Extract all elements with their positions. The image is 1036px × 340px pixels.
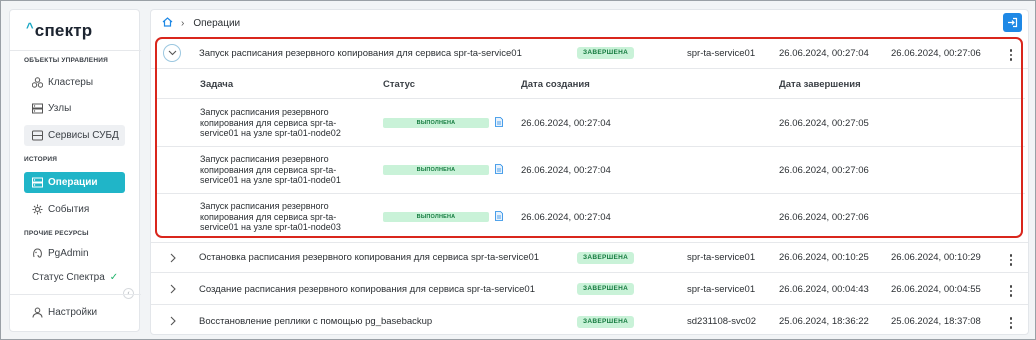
- operation-row[interactable]: Создание расписания резервного копирован…: [151, 274, 1028, 305]
- operation-service: sd231108-svc02: [687, 316, 757, 327]
- document-icon[interactable]: [495, 164, 503, 174]
- task-name: Запуск расписания резервного копирования…: [200, 154, 341, 185]
- sidebar-item-operations[interactable]: Операции: [24, 172, 125, 193]
- events-icon: [32, 204, 43, 215]
- collapse-row-button[interactable]: [163, 44, 181, 62]
- operation-row[interactable]: Остановка расписания резервного копирова…: [151, 242, 1028, 273]
- chevron-right-icon[interactable]: [167, 283, 179, 295]
- task-row[interactable]: Запуск расписания резервного копирования…: [155, 147, 1025, 194]
- chevron-down-icon: [168, 50, 176, 56]
- sidebar-item-label: Кластеры: [48, 77, 93, 88]
- more-menu-icon[interactable]: [1009, 254, 1013, 266]
- logout-button[interactable]: [1003, 13, 1022, 32]
- task-status-badge: ВЫПОЛНЕНА: [383, 212, 489, 222]
- more-menu-icon[interactable]: [1009, 285, 1013, 297]
- sidebar-item-label: Сервисы СУБД: [48, 130, 119, 141]
- operation-created: 26.06.2024, 00:04:43: [779, 283, 869, 295]
- column-header-created: Дата создания: [521, 79, 590, 90]
- operation-service: spr-ta-service01: [687, 252, 756, 263]
- column-header-status: Статус: [383, 79, 416, 90]
- more-menu-icon[interactable]: [1009, 49, 1013, 61]
- task-created: 26.06.2024, 00:27:04: [521, 118, 611, 129]
- logo-caret-icon: ^: [26, 20, 34, 35]
- check-icon: ✓: [109, 272, 119, 283]
- task-finished: 26.06.2024, 00:27:06: [779, 165, 869, 176]
- status-badge: ЗАВЕРШЕНА: [577, 283, 635, 295]
- sidebar-item-label: Узлы: [48, 103, 72, 114]
- task-finished: 26.06.2024, 00:27:06: [779, 212, 869, 223]
- operations-icon: [32, 177, 43, 188]
- task-created: 26.06.2024, 00:27:04: [521, 165, 611, 176]
- operation-title: Остановка расписания резервного копирова…: [199, 252, 540, 263]
- database-icon: [32, 130, 43, 141]
- sidebar-item-events[interactable]: События: [24, 199, 125, 220]
- home-icon[interactable]: [162, 16, 173, 30]
- main-content: › Операции Запуск расписания резервного …: [150, 9, 1029, 335]
- operation-title: Запуск расписания резервного копирования…: [199, 47, 522, 59]
- sidebar-section-other: ПРОЧИЕ РЕСУРСЫ: [24, 230, 89, 237]
- pgadmin-icon: [32, 248, 43, 259]
- clusters-icon: [32, 77, 43, 88]
- breadcrumb-current: Операции: [193, 17, 241, 29]
- status-badge: ЗАВЕРШЕНА: [577, 315, 635, 328]
- sidebar-item-nodes[interactable]: Узлы: [24, 98, 125, 119]
- operation-finished: 25.06.2024, 18:37:08: [891, 316, 981, 327]
- sidebar-divider: [10, 294, 141, 295]
- task-row[interactable]: Запуск расписания резервного копирования…: [155, 194, 1025, 241]
- chevron-right-icon[interactable]: [167, 315, 179, 327]
- task-status-badge: ВЫПОЛНЕНА: [383, 118, 489, 128]
- document-icon[interactable]: [495, 211, 503, 221]
- more-menu-icon[interactable]: [1009, 317, 1013, 329]
- operation-service: spr-ta-service01: [687, 283, 756, 295]
- sidebar-divider: [10, 50, 141, 51]
- subtable-header: Задача Статус Дата создания Дата заверше…: [155, 69, 1025, 99]
- nodes-icon: [32, 103, 43, 114]
- sidebar-item-label: PgAdmin: [48, 248, 89, 259]
- operation-service: spr-ta-service01: [687, 47, 756, 59]
- task-name: Запуск расписания резервного копирования…: [200, 107, 341, 138]
- sidebar-item-clusters[interactable]: Кластеры: [24, 72, 125, 93]
- sidebar-section-history: ИСТОРИЯ: [24, 156, 58, 163]
- sidebar-item-label: События: [48, 204, 90, 215]
- status-badge: ЗАВЕРШЕНА: [577, 47, 635, 59]
- breadcrumb: › Операции: [151, 10, 1028, 36]
- operation-title: Создание расписания резервного копирован…: [199, 283, 535, 295]
- operation-row[interactable]: Восстановление реплики с помощью pg_base…: [151, 306, 1028, 334]
- sidebar-item-label: Операции: [48, 177, 98, 188]
- sidebar-item-label: Настройки: [48, 307, 98, 318]
- task-created: 26.06.2024, 00:27:04: [521, 212, 611, 223]
- sidebar-item-status[interactable]: Статус Спектра ✓: [24, 267, 125, 288]
- sidebar: ^спектр ОБЪЕКТЫ УПРАВЛЕНИЯ Кластеры Узлы…: [9, 9, 141, 332]
- operation-created: 26.06.2024, 00:27:04: [779, 47, 869, 59]
- sidebar-item-dbms-services[interactable]: Сервисы СУБД: [24, 125, 125, 146]
- sidebar-item-settings[interactable]: Настройки: [24, 302, 125, 323]
- operation-finished: 26.06.2024, 00:10:29: [891, 252, 981, 263]
- column-header-task: Задача: [200, 79, 234, 90]
- chevron-right-icon[interactable]: [167, 252, 179, 264]
- logout-icon: [1008, 17, 1018, 28]
- user-icon: [32, 307, 43, 318]
- status-badge: ЗАВЕРШЕНА: [577, 251, 635, 264]
- task-row[interactable]: Запуск расписания резервного копирования…: [155, 100, 1025, 147]
- operation-title: Восстановление реплики с помощью pg_base…: [199, 316, 433, 327]
- operation-row-expanded[interactable]: Запуск расписания резервного копирования…: [151, 38, 1028, 69]
- column-header-finished: Дата завершения: [779, 79, 861, 90]
- breadcrumb-separator-icon: ›: [181, 17, 185, 29]
- operation-finished: 26.06.2024, 00:27:06: [891, 47, 981, 59]
- operation-created: 25.06.2024, 18:36:22: [779, 316, 869, 327]
- task-name: Запуск расписания резервного копирования…: [200, 201, 341, 232]
- logo-text: спектр: [34, 21, 93, 40]
- sidebar-section-management: ОБЪЕКТЫ УПРАВЛЕНИЯ: [24, 57, 108, 64]
- operation-finished: 26.06.2024, 00:04:55: [891, 283, 981, 295]
- task-status-badge: ВЫПОЛНЕНА: [383, 165, 489, 175]
- logo[interactable]: ^спектр: [26, 20, 92, 41]
- sidebar-item-pgadmin[interactable]: PgAdmin: [24, 243, 125, 264]
- task-finished: 26.06.2024, 00:27:05: [779, 118, 869, 129]
- document-icon[interactable]: [495, 117, 503, 127]
- sidebar-item-label: Статус Спектра: [32, 272, 105, 283]
- app-window: ^спектр ОБЪЕКТЫ УПРАВЛЕНИЯ Кластеры Узлы…: [0, 0, 1036, 340]
- operation-created: 26.06.2024, 00:10:25: [779, 252, 869, 263]
